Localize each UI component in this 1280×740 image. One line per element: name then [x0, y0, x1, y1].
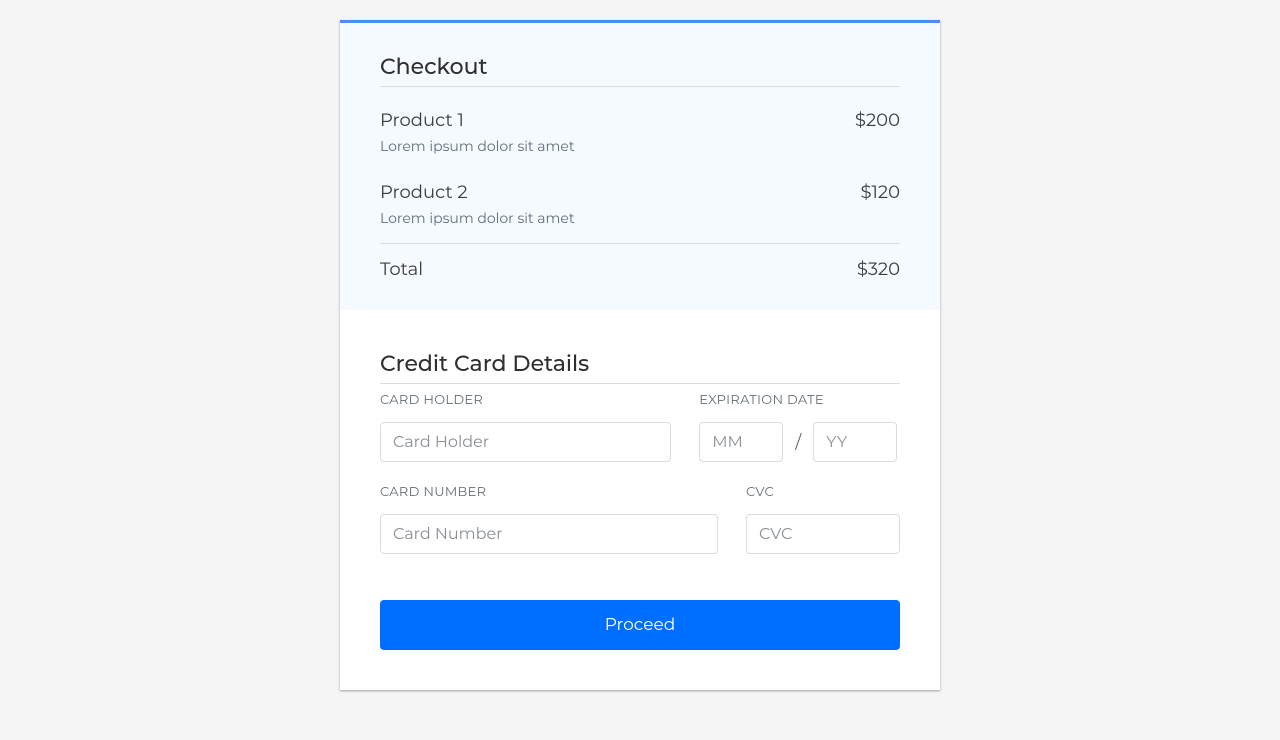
line-item-price: $120 [861, 181, 901, 203]
expiry-separator: / [795, 431, 801, 453]
card-number-input[interactable] [380, 514, 718, 554]
line-item-desc: Lorem ipsum dolor sit amet [380, 209, 575, 227]
line-item: Product 1 Lorem ipsum dolor sit amet $20… [380, 95, 900, 167]
card-holder-input[interactable] [380, 422, 671, 462]
order-total: Total $320 [380, 244, 900, 280]
proceed-button[interactable]: Proceed [380, 600, 900, 650]
cvc-label: CVC [746, 484, 900, 500]
expiry-month-input[interactable] [699, 422, 783, 462]
card-number-label: CARD NUMBER [380, 484, 718, 500]
card-details: Credit Card Details CARD HOLDER EXPIRATI… [340, 310, 940, 690]
card-holder-label: CARD HOLDER [380, 392, 671, 408]
order-summary: Checkout Product 1 Lorem ipsum dolor sit… [340, 23, 940, 310]
line-item-price: $200 [855, 109, 900, 131]
card-details-title: Credit Card Details [380, 350, 900, 384]
line-item-desc: Lorem ipsum dolor sit amet [380, 137, 575, 155]
total-label: Total [380, 258, 423, 280]
expiration-label: EXPIRATION DATE [699, 392, 900, 408]
checkout-card: Checkout Product 1 Lorem ipsum dolor sit… [340, 20, 940, 690]
cvc-input[interactable] [746, 514, 900, 554]
line-item-name: Product 1 [380, 109, 575, 131]
checkout-title: Checkout [380, 53, 900, 87]
line-item: Product 2 Lorem ipsum dolor sit amet $12… [380, 167, 900, 239]
line-item-name: Product 2 [380, 181, 575, 203]
total-value: $320 [857, 258, 900, 280]
expiry-year-input[interactable] [813, 422, 897, 462]
